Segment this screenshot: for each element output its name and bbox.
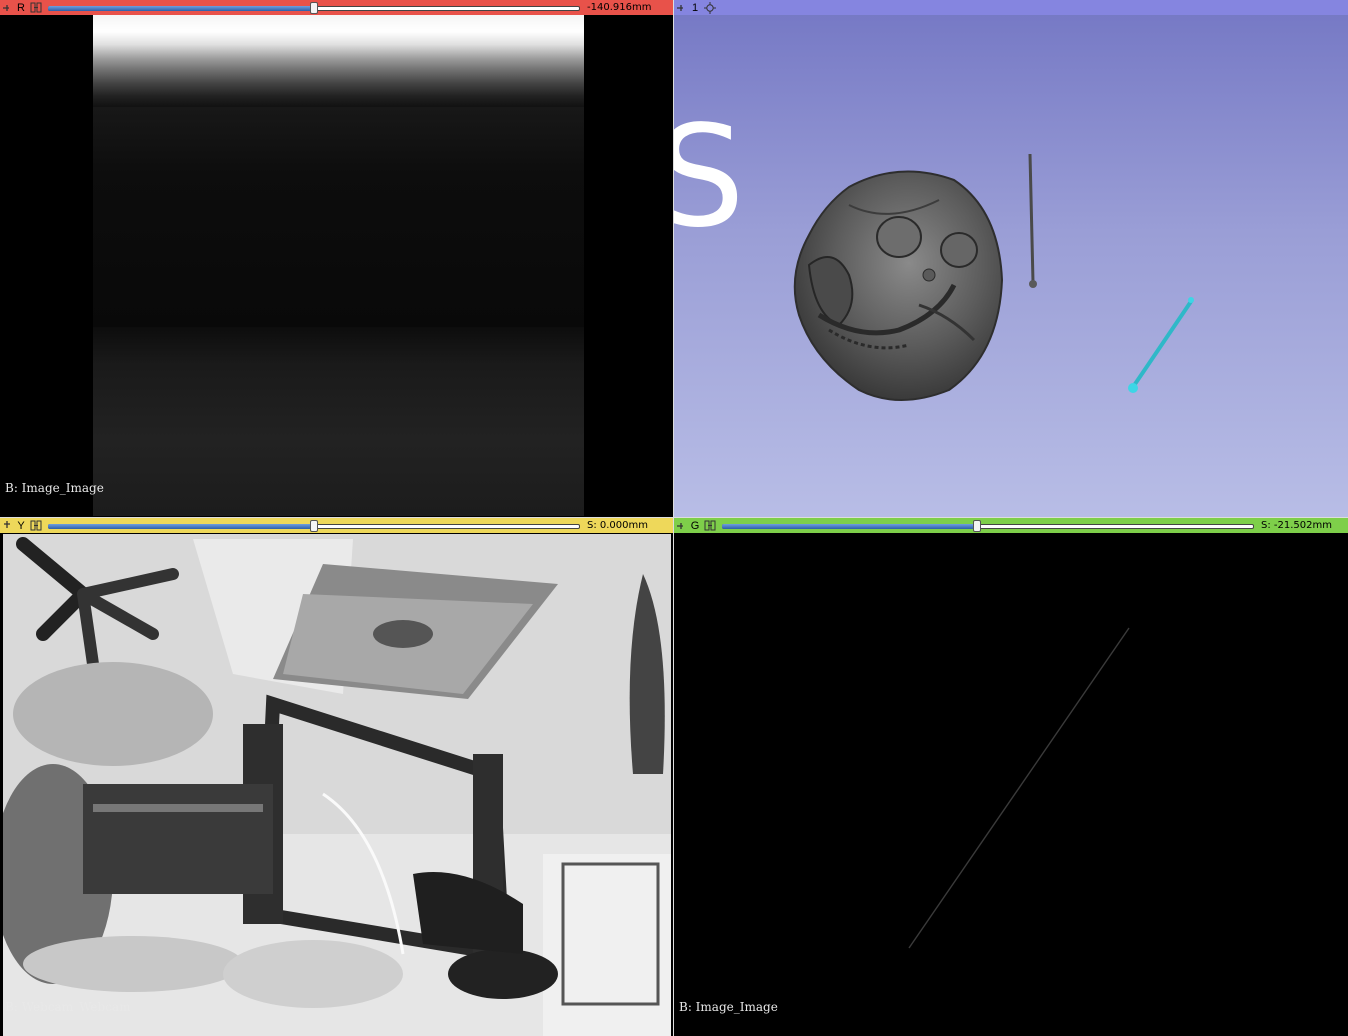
green-offset-slider[interactable] xyxy=(722,519,1254,532)
slider-handle[interactable] xyxy=(310,519,318,532)
red-slice-view[interactable]: R -140.916mm B: Image_Image xyxy=(0,0,674,517)
red-slice-controller: R -140.916mm xyxy=(0,0,674,15)
green-view-letter: G xyxy=(690,519,700,532)
ultrasound-image xyxy=(93,15,584,516)
pin-icon[interactable] xyxy=(674,0,688,15)
yellow-offset-readout: S: 0.000mm xyxy=(587,520,649,531)
pin-icon[interactable] xyxy=(0,0,14,15)
link-icon[interactable] xyxy=(28,0,44,15)
red-background-label: B: Image_Image xyxy=(5,481,104,495)
center-icon[interactable] xyxy=(702,0,718,15)
pin-icon[interactable] xyxy=(674,518,688,533)
green-background-label: B: Image_Image xyxy=(679,1000,778,1014)
link-icon[interactable] xyxy=(702,518,718,533)
yellow-slice-controller: Y S: 0.000mm xyxy=(0,518,674,533)
link-icon[interactable] xyxy=(28,518,44,533)
threed-view-controller: 1 xyxy=(674,0,1348,15)
threed-view-label: 1 xyxy=(691,1,699,14)
orientation-marker-letter: S xyxy=(674,96,745,259)
red-view-letter: R xyxy=(17,1,25,14)
yellow-view-letter: Y xyxy=(17,519,25,532)
slider-handle[interactable] xyxy=(973,519,982,532)
yellow-slice-view[interactable]: Y S: 0.000mm B: Webcam_Webcam xyxy=(0,518,674,1036)
tracked-tool-model xyxy=(1128,297,1194,393)
threed-view[interactable]: 1 S xyxy=(674,0,1348,517)
slider-handle[interactable] xyxy=(310,1,318,14)
webcam-image xyxy=(3,534,671,1036)
yellow-offset-slider[interactable] xyxy=(48,519,580,532)
red-offset-readout: -140.916mm xyxy=(587,2,652,13)
green-offset-readout: S: -21.502mm xyxy=(1261,520,1332,531)
oblique-image-slice-outline xyxy=(908,627,1130,949)
skull-model xyxy=(793,170,1004,401)
pin-icon[interactable] xyxy=(0,518,14,533)
yellow-background-label: B: Webcam_Webcam xyxy=(5,1000,131,1014)
view-divider-vertical xyxy=(673,0,674,1036)
green-slice-view[interactable]: G S: -21.502mm B: Image_Image xyxy=(674,518,1348,1036)
view-divider-horizontal xyxy=(0,517,1348,518)
needle-model xyxy=(1028,153,1037,288)
red-offset-slider[interactable] xyxy=(48,1,580,14)
green-slice-controller: G S: -21.502mm xyxy=(674,518,1348,533)
